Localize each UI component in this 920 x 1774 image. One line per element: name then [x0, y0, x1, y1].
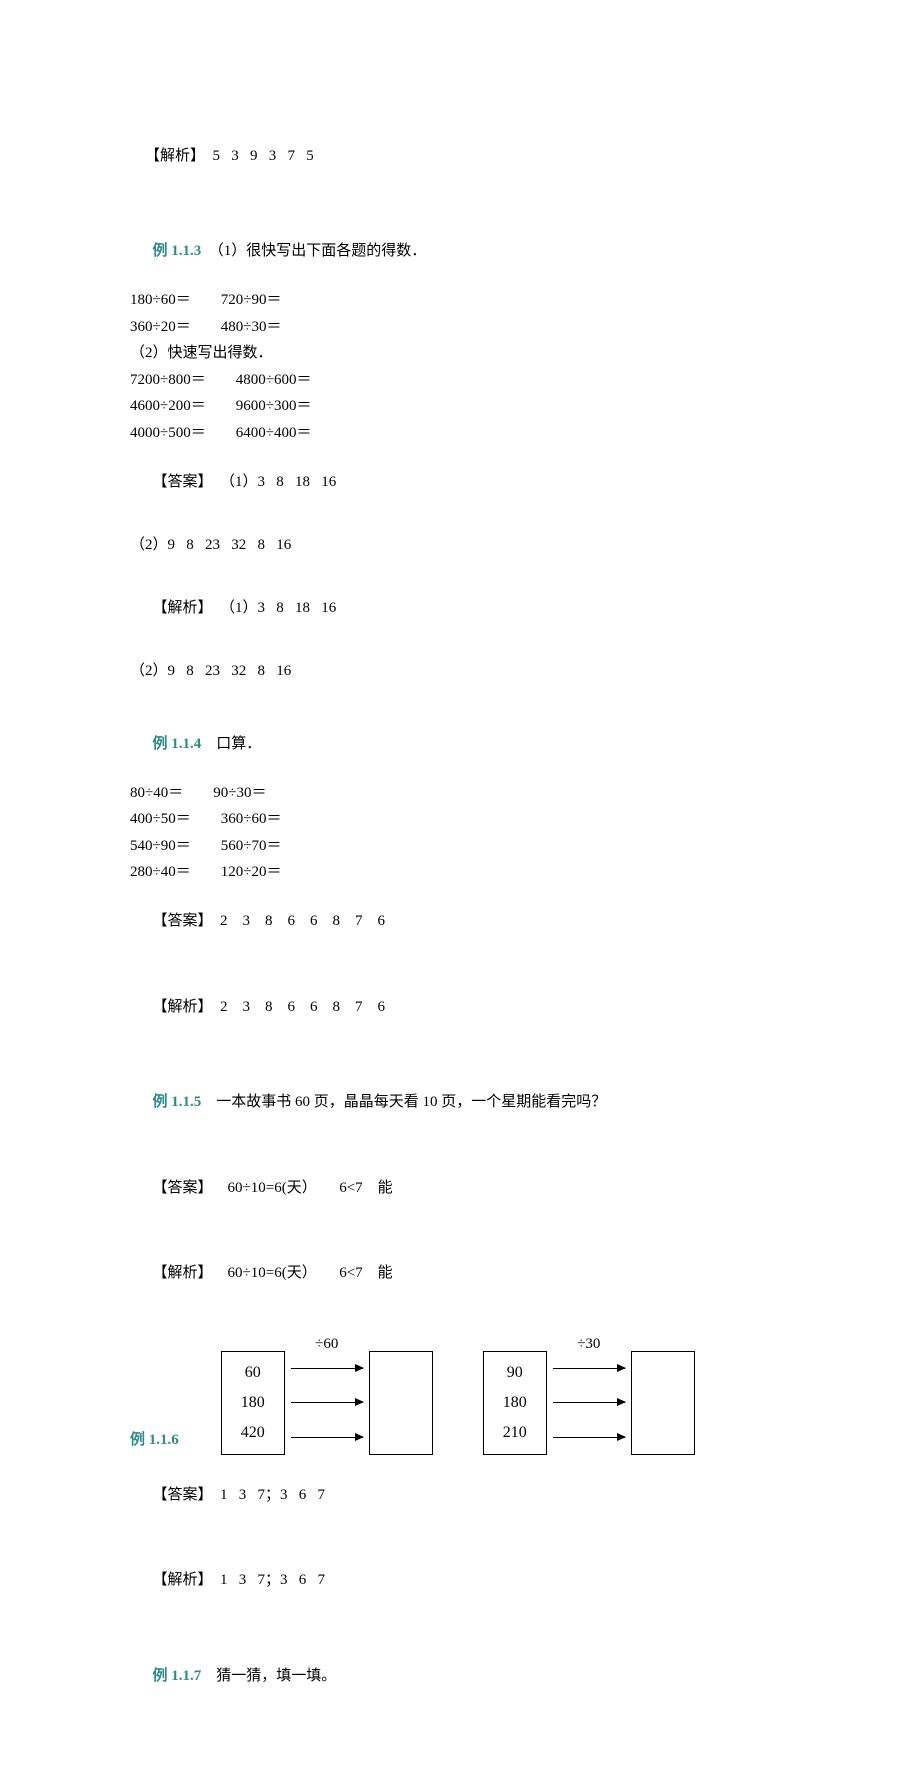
- analysis-line: 【解析】 60÷10=6(天） 6<7 能: [130, 1240, 790, 1308]
- analysis-label: 【解析】: [153, 597, 213, 620]
- answer-label: 【答案】: [153, 910, 213, 933]
- example-prompt: 猜一猜，填一填。: [201, 1668, 336, 1684]
- diagram-group-2: 90 180 210 ÷30: [483, 1351, 695, 1455]
- input-value: 90: [507, 1361, 523, 1385]
- analysis-line-top: 【解析】 5 3 9 3 7 5: [130, 122, 790, 190]
- arrow-group: ÷60: [291, 1351, 363, 1455]
- example-label: 例 1.1.3: [153, 243, 202, 259]
- example-1-1-4: 例 1.1.4 口算． 80÷40＝ 90÷30＝ 400÷50＝ 360÷60…: [130, 710, 790, 1041]
- arrow-icon: [553, 1402, 625, 1403]
- calc-row: 180÷60＝ 720÷90＝: [130, 289, 790, 312]
- arrow-group: ÷30: [553, 1351, 625, 1455]
- input-value: 210: [503, 1421, 527, 1445]
- answer-values: 1 3 7；3 6 7: [213, 1487, 326, 1503]
- output-box: [631, 1351, 695, 1455]
- analysis-line: 【解析】 2 3 8 6 6 8 7 6: [130, 973, 790, 1041]
- answer-line: 【答案】 1 3 7；3 6 7: [130, 1461, 790, 1529]
- analysis-label: 【解析】: [153, 1262, 213, 1285]
- answer-values: （1）3 8 18 16: [213, 474, 337, 490]
- operation-label: ÷30: [577, 1333, 600, 1356]
- analysis-values: 5 3 9 3 7 5: [205, 148, 314, 164]
- example-prompt: 一本故事书 60 页，晶晶每天看 10 页，一个星期能看完吗？: [201, 1094, 606, 1110]
- calc-row: 4600÷200＝ 9600÷300＝: [130, 395, 790, 418]
- analysis-label: 【解析】: [153, 1569, 213, 1592]
- arrow-icon: [291, 1437, 363, 1438]
- example-1-1-6: 例 1.1.6 60 180 420 ÷60: [130, 1351, 790, 1614]
- answer-label: 【答案】: [153, 1484, 213, 1507]
- input-box: 60 180 420: [221, 1351, 285, 1455]
- calc-row: 80÷40＝ 90÷30＝: [130, 782, 790, 805]
- input-value: 420: [241, 1421, 265, 1445]
- input-value: 180: [241, 1391, 265, 1415]
- analysis-line-2: （2）9 8 23 32 8 16: [130, 660, 790, 683]
- answer-values: 2 3 8 6 6 8 7 6: [213, 913, 386, 929]
- answer-text: 60÷10=6(天） 6<7 能: [213, 1180, 393, 1196]
- page-container: 【解析】 5 3 9 3 7 5 例 1.1.3 （1）很快写出下面各题的得数．…: [0, 0, 920, 1774]
- analysis-label: 【解析】: [153, 996, 213, 1019]
- example-label: 例 1.1.7: [153, 1668, 202, 1684]
- example-prompt-1: （1）很快写出下面各题的得数．: [201, 243, 426, 259]
- analysis-values: 2 3 8 6 6 8 7 6: [213, 999, 386, 1015]
- calc-row: 4000÷500＝ 6400÷400＝: [130, 422, 790, 445]
- analysis-values: （1）3 8 18 16: [213, 600, 337, 616]
- input-value: 60: [245, 1361, 261, 1385]
- calc-row: 280÷40＝ 120÷20＝: [130, 861, 790, 884]
- diagram-group-1: 60 180 420 ÷60: [221, 1351, 433, 1455]
- example-1-1-7: 例 1.1.7 猜一猜，填一填。: [130, 1642, 790, 1710]
- arrow-icon: [291, 1402, 363, 1403]
- example-label: 例 1.1.6: [130, 1432, 179, 1448]
- calc-row: 400÷50＝ 360÷60＝: [130, 808, 790, 831]
- arrow-icon: [291, 1368, 363, 1369]
- analysis-values: 1 3 7；3 6 7: [213, 1572, 326, 1588]
- calc-row: 540÷90＝ 560÷70＝: [130, 835, 790, 858]
- answer-label: 【答案】: [153, 471, 213, 494]
- analysis-label: 【解析】: [145, 145, 205, 168]
- calc-row: 360÷20＝ 480÷30＝: [130, 316, 790, 339]
- example-1-1-3: 例 1.1.3 （1）很快写出下面各题的得数． 180÷60＝ 720÷90＝ …: [130, 218, 790, 683]
- input-box: 90 180 210: [483, 1351, 547, 1455]
- output-box: [369, 1351, 433, 1455]
- analysis-line: 【解析】 （1）3 8 18 16: [130, 574, 790, 642]
- example-prompt-2: （2）快速写出得数．: [130, 342, 790, 365]
- answer-line: 【答案】 60÷10=6(天） 6<7 能: [130, 1154, 790, 1222]
- input-value: 180: [503, 1391, 527, 1415]
- arrow-icon: [553, 1368, 625, 1369]
- calc-row: 7200÷800＝ 4800÷600＝: [130, 369, 790, 392]
- operation-label: ÷60: [315, 1333, 338, 1356]
- example-label: 例 1.1.4: [153, 736, 202, 752]
- analysis-text: 60÷10=6(天） 6<7 能: [213, 1265, 393, 1281]
- example-label: 例 1.1.5: [153, 1094, 202, 1110]
- analysis-line: 【解析】 1 3 7；3 6 7: [130, 1547, 790, 1615]
- answer-label: 【答案】: [153, 1177, 213, 1200]
- arrow-icon: [553, 1437, 625, 1438]
- example-prompt: 口算．: [201, 736, 261, 752]
- example-1-1-5: 例 1.1.5 一本故事书 60 页，晶晶每天看 10 页，一个星期能看完吗？ …: [130, 1069, 790, 1308]
- answer-line-2: （2）9 8 23 32 8 16: [130, 534, 790, 557]
- answer-line: 【答案】 （1）3 8 18 16: [130, 448, 790, 516]
- answer-line: 【答案】 2 3 8 6 6 8 7 6: [130, 888, 790, 956]
